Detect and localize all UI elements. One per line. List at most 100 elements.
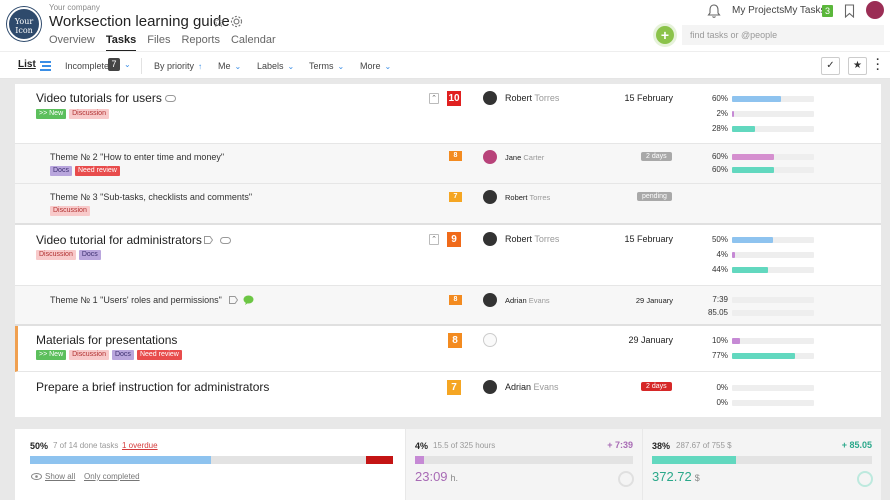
task-area: Video tutorials for users >> New Discuss…: [0, 79, 890, 421]
due-date[interactable]: 29 January: [613, 296, 673, 305]
bookmark-icon[interactable]: [844, 4, 855, 18]
task-row[interactable]: Video tutorial for administrators Discus…: [15, 225, 881, 286]
company-name[interactable]: Your company: [49, 3, 100, 12]
plus-icon[interactable]: +: [656, 26, 674, 44]
only-completed-link[interactable]: Only completed: [84, 472, 140, 481]
more-dots-icon[interactable]: · · ·: [876, 55, 880, 76]
tab-calendar[interactable]: Calendar: [231, 34, 276, 52]
chevron-down-icon[interactable]: ⌄: [124, 60, 131, 69]
unassigned-avatar-icon[interactable]: [483, 333, 497, 347]
tasks-progress-fill: [30, 456, 211, 464]
bell-icon[interactable]: [706, 3, 722, 19]
due-date[interactable]: 15 February: [613, 93, 673, 103]
show-all-link[interactable]: Show all: [45, 472, 75, 481]
tab-reports[interactable]: Reports: [181, 34, 220, 52]
task-title[interactable]: Video tutorial for administrators: [36, 233, 202, 247]
assignee-name[interactable]: Robert Torres: [505, 93, 559, 103]
assignee-last-name: Evans: [533, 382, 559, 392]
tag-new[interactable]: >> New: [36, 350, 67, 360]
assignee-name[interactable]: Jane Carter: [505, 153, 544, 162]
time-progress-track: [415, 456, 633, 464]
chevron-down-icon: ⌄: [234, 62, 242, 71]
task-row[interactable]: Materials for presentations >> New Discu…: [15, 326, 881, 372]
subtask-row[interactable]: Theme № 1 "Users' roles and permissions"…: [15, 286, 881, 326]
priority-badge: 8: [449, 295, 462, 305]
progress-fill: [732, 154, 774, 160]
collapse-icon[interactable]: ⌃: [429, 234, 439, 245]
task-title[interactable]: Video tutorials for users: [36, 91, 162, 105]
tab-tasks[interactable]: Tasks: [105, 34, 137, 52]
collapse-icon[interactable]: ⌃: [429, 93, 439, 104]
sort-label: By priority: [154, 61, 195, 71]
search-input[interactable]: find tasks or @people: [682, 25, 884, 45]
tag-docs[interactable]: Docs: [50, 166, 72, 176]
list-view-button[interactable]: List: [18, 59, 36, 70]
star-icon[interactable]: ☆: [212, 13, 225, 31]
subtask-row[interactable]: Theme № 2 "How to enter time and money" …: [15, 144, 881, 184]
metric-value: 28%: [711, 124, 728, 133]
task-row[interactable]: Prepare a brief instruction for administ…: [15, 372, 881, 417]
tasks-progress-track: [30, 456, 393, 464]
priority-badge: 7: [447, 380, 461, 395]
tag-need-review[interactable]: Need review: [136, 350, 182, 360]
chevron-down-icon: ⌄: [337, 62, 345, 71]
overdue-link[interactable]: 1 overdue: [122, 441, 158, 450]
money-progress-fill: [652, 456, 736, 464]
tag-docs[interactable]: Docs: [111, 350, 134, 360]
progress-fill: [732, 267, 768, 273]
priority-badge: 8: [448, 333, 462, 348]
priority-badge: 7: [449, 192, 462, 202]
avatar: [483, 380, 497, 394]
favorite-star-icon[interactable]: ★: [848, 57, 867, 75]
task-row[interactable]: Video tutorials for users >> New Discuss…: [15, 84, 881, 144]
task-list: Video tutorials for users >> New Discuss…: [15, 84, 881, 417]
assignee-name[interactable]: Robert Torres: [505, 234, 559, 244]
money-unit: $: [694, 473, 700, 483]
assignee-first-name: Robert: [505, 193, 528, 202]
chat-bubble-icon[interactable]: [243, 295, 254, 305]
assignee-first-name: Adrian: [505, 382, 532, 392]
incomplete-count-badge: 7: [108, 58, 120, 71]
due-date[interactable]: 15 February: [613, 234, 673, 244]
incomplete-filter[interactable]: Incomplete: [65, 61, 109, 71]
due-date[interactable]: 29 January: [613, 335, 673, 345]
avatar: [483, 232, 497, 246]
avatar: [483, 150, 497, 164]
assignee-name[interactable]: Adrian Evans: [505, 382, 559, 392]
company-logo[interactable]: Your Icon: [7, 7, 41, 41]
my-projects-link[interactable]: My Projects: [732, 5, 784, 16]
tag-discussion[interactable]: Discussion: [69, 350, 109, 360]
assignee-name[interactable]: Robert Torres: [505, 193, 550, 202]
money-delta: + 85.05: [841, 440, 872, 450]
user-avatar[interactable]: [866, 1, 884, 19]
task-title[interactable]: Theme № 1 "Users' roles and permissions": [50, 295, 222, 305]
assignee-name[interactable]: Adrian Evans: [505, 296, 550, 305]
tag-docs[interactable]: Docs: [78, 250, 101, 260]
checkmark-icon[interactable]: ✓: [821, 57, 840, 75]
tag-discussion[interactable]: Discussion: [50, 206, 90, 216]
task-title[interactable]: Prepare a brief instruction for administ…: [36, 380, 269, 394]
tag-discussion[interactable]: Discussion: [36, 250, 76, 260]
tag-discussion[interactable]: Discussion: [69, 109, 109, 119]
task-title[interactable]: Theme № 3 "Sub-tasks, checklists and com…: [50, 192, 252, 202]
sort-by-priority[interactable]: By priority ↑: [154, 61, 202, 71]
tag-list: Discussion: [50, 206, 90, 216]
tag-new[interactable]: >> New: [36, 109, 67, 119]
assignee-last-name: Carter: [523, 153, 545, 162]
me-filter[interactable]: Me ⌄: [218, 61, 241, 71]
gear-icon[interactable]: [230, 15, 243, 28]
labels-filter[interactable]: Labels ⌄: [257, 61, 294, 71]
task-title[interactable]: Materials for presentations: [36, 333, 177, 347]
my-tasks-link[interactable]: My Tasks: [784, 5, 826, 16]
subtask-row[interactable]: Theme № 3 "Sub-tasks, checklists and com…: [15, 184, 881, 225]
time-progress-ring-icon: [618, 471, 634, 487]
terms-filter[interactable]: Terms ⌄: [309, 61, 344, 71]
more-filter[interactable]: More ⌄: [360, 61, 391, 71]
tag-need-review[interactable]: Need review: [74, 166, 120, 176]
metric-value: 60%: [711, 165, 728, 174]
tab-files[interactable]: Files: [147, 34, 170, 52]
list-view-icon[interactable]: [40, 61, 51, 71]
task-title[interactable]: Theme № 2 "How to enter time and money": [50, 152, 224, 162]
tab-overview[interactable]: Overview: [49, 34, 95, 52]
progress-fill: [732, 126, 755, 132]
